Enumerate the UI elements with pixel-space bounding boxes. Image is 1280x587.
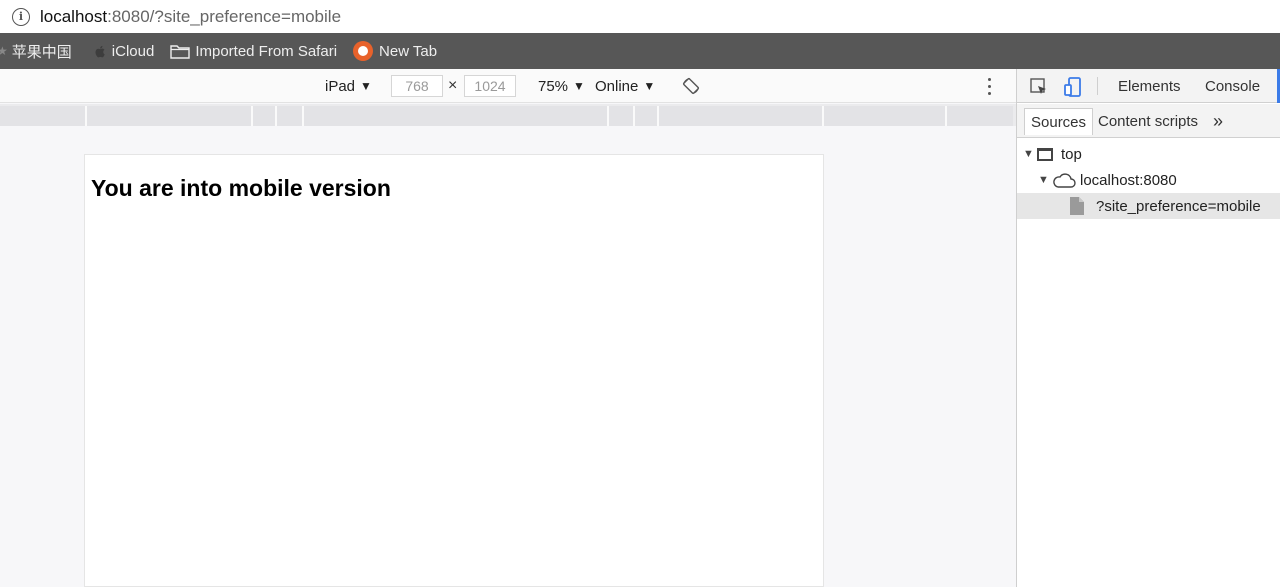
tree-item-host[interactable]: ▼ localhost:8080	[1017, 167, 1280, 193]
tree-item-label: localhost:8080	[1080, 171, 1177, 189]
inspect-element-icon[interactable]	[1029, 77, 1049, 97]
zoom-select[interactable]: 75% ▼	[538, 69, 585, 103]
media-query-segment[interactable]	[607, 106, 633, 126]
bookmark-icloud[interactable]: iCloud	[88, 42, 155, 60]
bookmark-imported-from-safari[interactable]: Imported From Safari	[170, 43, 337, 60]
caret-down-icon: ▼	[643, 79, 656, 93]
info-icon[interactable]: i	[12, 7, 30, 26]
tab-console[interactable]: Console	[1205, 69, 1260, 103]
apple-icon	[95, 45, 105, 57]
bookmark-label: New Tab	[379, 42, 438, 60]
sources-subtoolbar: Sources Content scripts »	[1017, 104, 1280, 138]
media-query-segment[interactable]	[822, 106, 945, 126]
emulated-page: You are into mobile version	[84, 154, 824, 587]
bookmark-apple-china[interactable]: ★ 苹果中国	[0, 41, 72, 62]
devtools-panel: Elements Console Sources Content scripts…	[1016, 69, 1280, 587]
rotate-button[interactable]	[682, 69, 700, 103]
bookmarks-bar: ★ 苹果中国 iCloud Imported From Safari New T…	[0, 33, 1280, 69]
kebab-icon	[988, 76, 991, 97]
network-select[interactable]: Online ▼	[595, 69, 655, 103]
media-query-segment[interactable]	[85, 106, 251, 126]
expand-triangle-icon[interactable]: ▼	[1023, 148, 1037, 160]
height-input[interactable]: 1024	[464, 75, 516, 97]
tab-elements[interactable]: Elements	[1118, 69, 1181, 103]
devtools-toolbar: Elements Console	[1017, 69, 1280, 103]
url-host[interactable]: localhost	[40, 7, 107, 27]
height-input-wrap: 1024	[464, 69, 516, 103]
page-heading: You are into mobile version	[91, 175, 391, 201]
toolbar-divider	[1097, 77, 1098, 95]
folder-icon	[170, 44, 191, 59]
caret-down-icon: ▼	[573, 79, 585, 93]
bookmark-label: 苹果中国	[11, 43, 72, 61]
media-query-segment[interactable]	[251, 106, 275, 126]
url-path[interactable]: :8080/?site_preference=mobile	[107, 7, 341, 27]
frame-icon	[1037, 147, 1053, 161]
device-label: iPad	[325, 77, 356, 95]
cloud-icon	[1053, 172, 1076, 188]
sources-tree: ▼ top ▼ localhost:8080 ?site_preference=…	[1017, 141, 1280, 219]
expand-triangle-icon[interactable]: ▼	[1038, 174, 1052, 186]
star-icon: ★	[0, 44, 8, 58]
rotate-icon	[683, 78, 699, 94]
width-input[interactable]: 768	[391, 75, 443, 97]
dimension-separator: ×	[448, 69, 457, 103]
media-query-segment[interactable]	[275, 106, 302, 126]
bookmark-label: iCloud	[111, 42, 155, 60]
more-options-button[interactable]	[988, 69, 991, 103]
address-bar[interactable]: i localhost:8080/?site_preference=mobile	[0, 0, 1280, 33]
device-select[interactable]: iPad ▼	[325, 69, 372, 103]
media-query-segment[interactable]	[657, 106, 822, 126]
device-toolbar: iPad ▼ 768 × 1024 75% ▼ Online ▼	[0, 69, 1016, 103]
more-tabs-button[interactable]: »	[1213, 108, 1223, 135]
media-query-segment[interactable]	[0, 106, 85, 126]
media-query-bar[interactable]	[0, 104, 1016, 126]
media-query-segment[interactable]	[633, 106, 657, 126]
tree-item-file[interactable]: ?site_preference=mobile	[1017, 193, 1280, 219]
media-query-segment[interactable]	[945, 106, 1013, 126]
media-query-segment[interactable]	[302, 106, 607, 126]
device-emulation-pane: iPad ▼ 768 × 1024 75% ▼ Online ▼ You are…	[0, 69, 1016, 587]
times-label: ×	[448, 77, 458, 94]
tree-item-top[interactable]: ▼ top	[1017, 141, 1280, 167]
tree-item-label: top	[1061, 145, 1082, 163]
width-input-wrap: 768	[391, 69, 443, 103]
zoom-label: 75%	[538, 77, 569, 95]
tree-item-label: ?site_preference=mobile	[1096, 197, 1261, 215]
subtab-content-scripts[interactable]: Content scripts	[1092, 108, 1204, 135]
device-toolbar-icon[interactable]	[1063, 77, 1083, 97]
bookmark-new-tab[interactable]: New Tab	[353, 41, 437, 61]
network-label: Online	[595, 77, 639, 95]
file-icon	[1070, 197, 1084, 215]
subtab-sources[interactable]: Sources	[1024, 108, 1094, 135]
bookmark-label: Imported From Safari	[195, 42, 338, 60]
caret-down-icon: ▼	[360, 79, 372, 93]
newtab-icon	[353, 41, 374, 61]
